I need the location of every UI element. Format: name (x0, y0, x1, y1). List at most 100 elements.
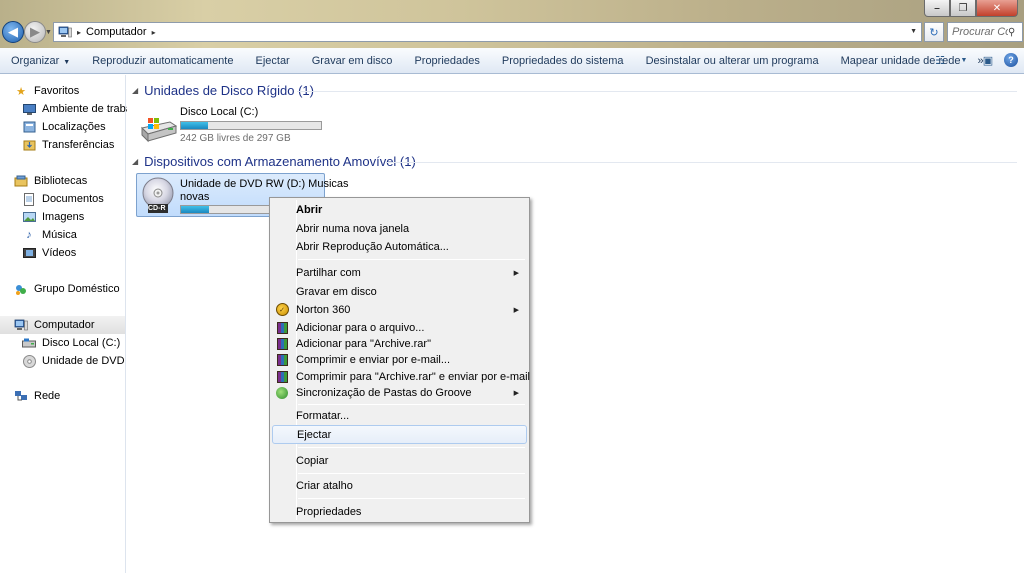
nav-favorites[interactable]: ★ Favoritos (14, 82, 139, 100)
breadcrumb-computer[interactable]: Computador (86, 26, 147, 38)
maximize-button[interactable]: ❐ (950, 0, 976, 17)
menu-separator (298, 447, 525, 448)
organize-button[interactable]: Organizar ▼ (0, 55, 81, 67)
menu-item-open-new-window[interactable]: Abrir numa nova janela (272, 219, 527, 238)
address-dropdown[interactable]: ▼ (910, 28, 917, 35)
group-title: Unidades de Disco Rígido (1) (144, 83, 314, 98)
title-bar: – ❐ ✕ ◀ ▶ ▼ ▸ Computador ▸ ▼ ↻ ⚲ (0, 0, 1024, 48)
nav-label: Favoritos (34, 85, 80, 97)
menu-item-open-autoplay[interactable]: Abrir Reprodução Automática... (272, 237, 527, 256)
breadcrumb-separator[interactable]: ▸ (152, 28, 156, 37)
help-icon[interactable]: ? (1004, 53, 1018, 67)
menu-label: Ejectar (297, 428, 332, 441)
search-input[interactable] (952, 26, 1008, 38)
winrar-icon (276, 353, 288, 366)
menu-separator (298, 498, 525, 499)
submenu-arrow-icon: ▶ (513, 306, 519, 314)
group-header-removable[interactable]: ◢ Dispositivos com Armazenamento Amovível… (132, 154, 416, 169)
navigation-pane: ★ Favoritos Ambiente de trabalho Localiza… (0, 75, 147, 573)
nav-label: Bibliotecas (34, 175, 88, 187)
groove-icon (276, 386, 288, 399)
winrar-icon (276, 370, 288, 383)
nav-label: Música (42, 229, 77, 241)
homegroup-icon (14, 282, 28, 296)
breadcrumb-separator[interactable]: ▸ (77, 28, 81, 37)
close-button[interactable]: ✕ (976, 0, 1018, 17)
cd-r-badge: CD-R (148, 205, 166, 212)
search-icon[interactable]: ⚲ (1008, 27, 1015, 38)
group-header-hard-disks[interactable]: ◢ Unidades de Disco Rígido (1) (132, 83, 314, 98)
group-title: Dispositivos com Armazenamento Amovível … (144, 154, 416, 169)
burn-button[interactable]: Gravar em disco (301, 55, 404, 67)
submenu-arrow-icon: ▶ (513, 389, 519, 397)
desktop-icon (22, 102, 36, 116)
menu-label: Copiar (296, 454, 329, 467)
hard-drive-icon (22, 336, 36, 350)
menu-item-groove-sync[interactable]: Sincronização de Pastas do Groove ▶ (272, 383, 527, 402)
menu-item-eject[interactable]: Ejectar (272, 425, 527, 444)
search-box[interactable]: ⚲ (947, 22, 1023, 42)
group-divider (297, 91, 1017, 92)
hard-drive-icon (140, 118, 178, 143)
preview-pane-icon[interactable]: ▣ (980, 52, 996, 68)
drive-c-usage-bar (180, 121, 322, 130)
submenu-arrow-icon: ▶ (513, 269, 519, 277)
address-bar[interactable]: ▸ Computador ▸ ▼ (53, 22, 922, 42)
nav-libraries[interactable]: Bibliotecas (14, 172, 139, 190)
chevron-down-icon[interactable]: ▼ (956, 52, 972, 68)
menu-label: Propriedades (296, 505, 362, 518)
back-button[interactable]: ◀ (2, 21, 24, 43)
menu-item-create-shortcut[interactable]: Criar atalho (272, 476, 527, 495)
change-view-icon[interactable]: ☷ (932, 52, 948, 68)
menu-item-open[interactable]: Abrir (272, 200, 527, 219)
menu-label: Comprimir e enviar por e-mail... (296, 353, 451, 366)
locations-icon (22, 120, 36, 134)
context-menu: Abrir Abrir numa nova janela Abrir Repro… (269, 197, 530, 523)
drive-c-name: Disco Local (C:) (180, 106, 259, 118)
drive-c-free-space: 242 GB livres de 297 GB (180, 133, 291, 144)
autoplay-button[interactable]: Reproduzir automaticamente (81, 55, 244, 67)
nav-label: Rede (34, 390, 61, 402)
menu-label: Norton 360 (296, 303, 351, 316)
nav-label: Disco Local (C:) (42, 337, 121, 349)
drive-c-tile[interactable]: Disco Local (C:) 242 GB livres de 297 GB (136, 103, 326, 147)
norton-icon: ✓ (275, 303, 289, 316)
images-icon (22, 210, 36, 224)
collapse-triangle-icon[interactable]: ◢ (132, 86, 138, 95)
winrar-icon (276, 321, 288, 334)
downloads-folder-icon (22, 138, 36, 152)
nav-computer[interactable]: Computador (0, 316, 125, 334)
system-properties-button[interactable]: Propriedades do sistema (491, 55, 635, 67)
network-icon (14, 389, 28, 403)
menu-item-format[interactable]: Formatar... (272, 406, 527, 425)
refresh-button[interactable]: ↻ (924, 22, 944, 42)
collapse-triangle-icon[interactable]: ◢ (132, 157, 138, 166)
menu-label: Criar atalho (296, 479, 353, 492)
menu-label: Abrir numa nova janela (296, 222, 410, 235)
minimize-button[interactable]: – (924, 0, 950, 17)
drive-d-name-line2: novas (180, 191, 210, 203)
drive-d-name: Unidade de DVD RW (D:) Musicas (180, 178, 349, 190)
nav-label: Imagens (42, 211, 85, 223)
menu-item-norton[interactable]: ✓ Norton 360 ▶ (272, 300, 527, 319)
eject-button[interactable]: Ejectar (244, 55, 300, 67)
menu-item-copy[interactable]: Copiar (272, 451, 527, 470)
winrar-icon (276, 337, 288, 350)
chevron-down-icon: ▼ (63, 58, 71, 66)
nav-network[interactable]: Rede (14, 387, 139, 405)
back-arrow-icon: ◀ (8, 24, 18, 39)
videos-icon (22, 246, 36, 260)
nav-homegroup[interactable]: Grupo Doméstico (14, 280, 139, 298)
uninstall-program-button[interactable]: Desinstalar ou alterar um programa (635, 55, 830, 67)
music-note-icon: ♪ (26, 229, 32, 241)
menu-item-share-with[interactable]: Partilhar com ▶ (272, 263, 527, 282)
documents-icon (22, 192, 36, 206)
forward-button[interactable]: ▶ (24, 21, 46, 43)
menu-item-properties[interactable]: Propriedades (272, 502, 527, 521)
recent-pages-dropdown[interactable]: ▼ (45, 29, 52, 36)
menu-label: Comprimir para "Archive.rar" e enviar po… (296, 370, 530, 383)
organize-label: Organizar (11, 54, 60, 67)
drive-c-usage-fill (181, 122, 208, 129)
properties-button[interactable]: Propriedades (403, 55, 490, 67)
menu-item-burn[interactable]: Gravar em disco (272, 282, 527, 301)
